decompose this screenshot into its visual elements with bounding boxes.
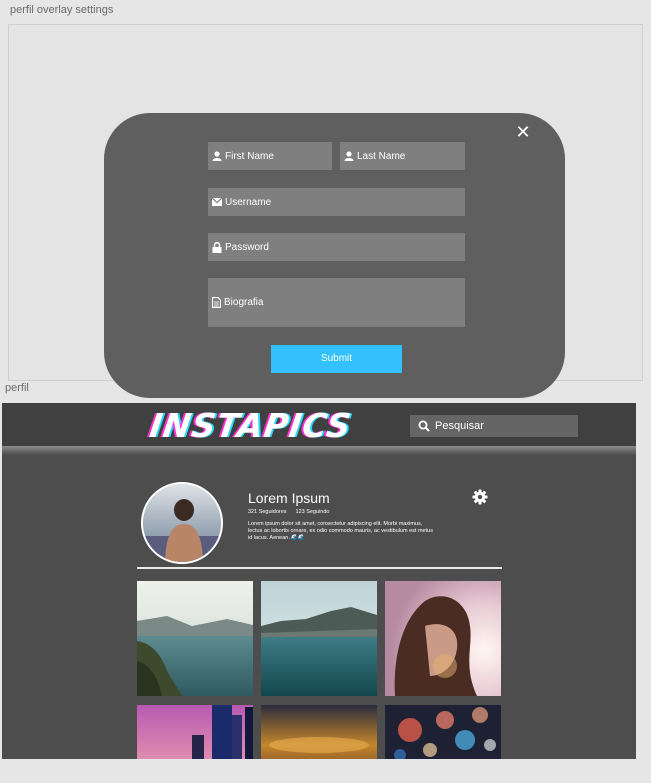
settings-modal: ✕ Submit [104,113,565,398]
profile-stats: 321 Seguidores 123 Seguindo [248,509,329,515]
gallery-image-bokeh-lights[interactable] [385,705,501,759]
last-name-input[interactable] [357,150,465,162]
user-icon [212,151,222,161]
document-icon [212,297,221,308]
bio-field[interactable] [208,278,465,327]
first-name-field[interactable] [208,142,332,170]
gallery-image-lake-mountains[interactable] [137,581,253,696]
profile-artboard: INSTAPICS Pesquisar Lorem Ipsum 321 Segu… [2,403,636,759]
search-bar[interactable]: Pesquisar [410,415,578,437]
password-field[interactable] [208,233,465,261]
gallery-image-sunset-clouds[interactable] [261,705,377,759]
profile-name: Lorem Ipsum [248,490,330,506]
search-icon [418,420,430,432]
profile-bio: Lorem ipsum dolor sit amet, consectetur … [248,521,433,541]
username-field[interactable] [208,188,465,216]
top-bar-shadow [2,446,636,455]
profile-divider [137,567,502,569]
artboard-label-overlay: perfil overlay settings [10,4,114,16]
logo[interactable]: INSTAPICS [147,406,354,445]
user-icon [344,151,354,161]
last-name-field[interactable] [340,142,465,170]
gallery-image-lake-hills[interactable] [261,581,377,696]
password-input[interactable] [225,241,465,253]
envelope-icon [212,198,222,206]
gallery-image-woman-sunset[interactable] [385,581,501,696]
search-placeholder: Pesquisar [435,420,484,432]
gallery-image-city-towers[interactable] [137,705,253,759]
artboard-label-profile: perfil [5,382,29,394]
first-name-input[interactable] [225,150,332,162]
gear-icon[interactable] [472,489,488,505]
close-icon[interactable]: ✕ [514,123,532,141]
overlay-settings-artboard: ✕ Submit [8,24,643,398]
top-bar: INSTAPICS Pesquisar [2,403,636,446]
following-count[interactable]: 123 Seguindo [296,509,330,515]
avatar[interactable] [141,482,223,564]
followers-count[interactable]: 321 Seguidores [248,509,287,515]
username-input[interactable] [225,196,465,208]
lock-icon [212,241,222,253]
bio-input[interactable] [224,295,465,310]
submit-button[interactable]: Submit [271,345,402,373]
